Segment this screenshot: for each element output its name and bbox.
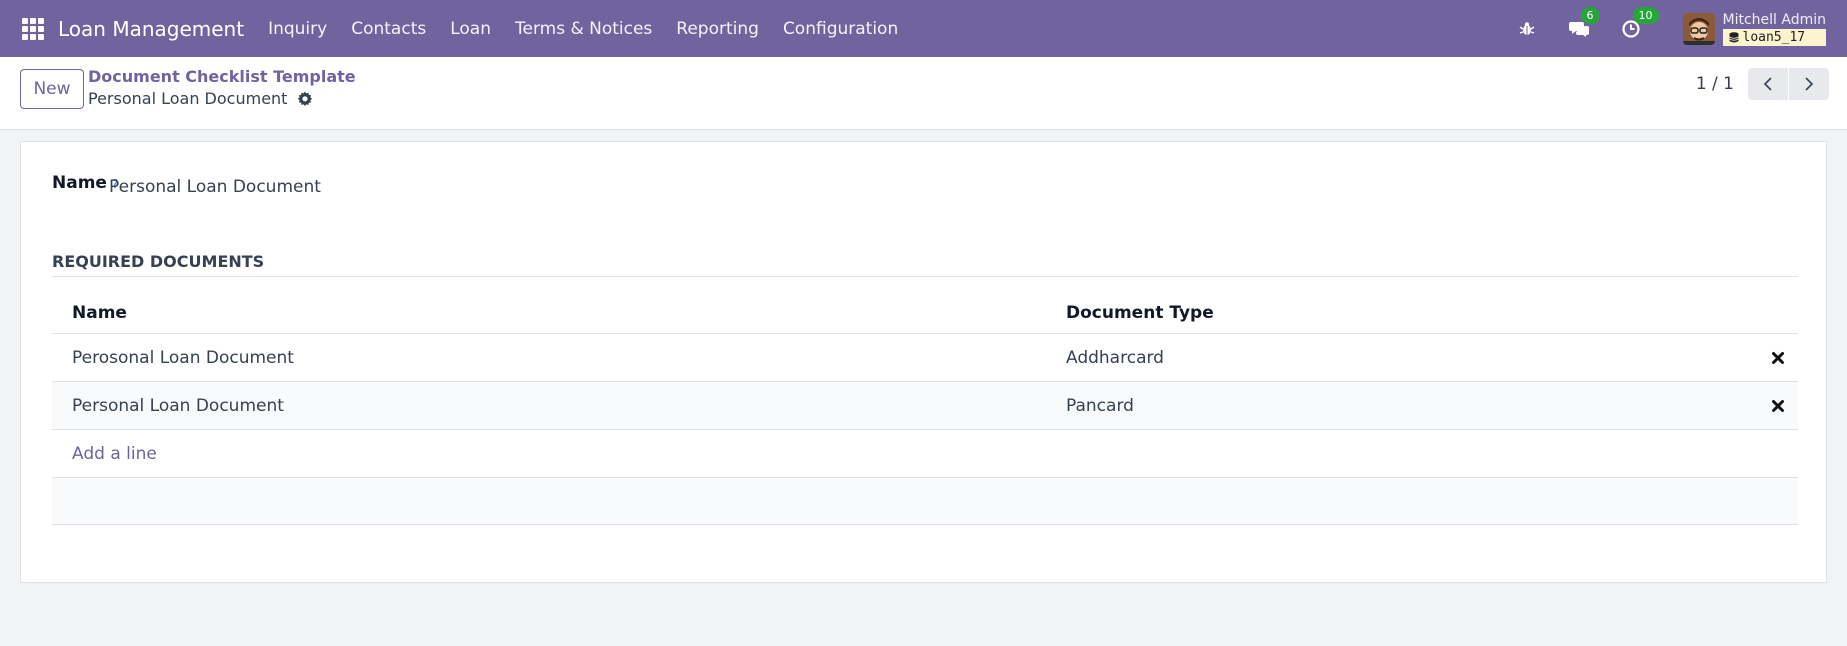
menu-item-reporting[interactable]: Reporting xyxy=(664,19,771,39)
database-name: loan5_17 xyxy=(1742,29,1806,45)
menu-item-loan[interactable]: Loan xyxy=(438,19,503,39)
menu-item-inquiry[interactable]: Inquiry xyxy=(256,19,339,39)
clock-icon[interactable]: 10 xyxy=(1619,6,1659,41)
menu-item-contacts[interactable]: Contacts xyxy=(339,19,438,39)
chevron-left-icon xyxy=(1763,77,1772,91)
navbar-systray: 6 10 Mitchell Admin loan5_17 xyxy=(1515,0,1847,57)
database-badge: loan5_17 xyxy=(1722,28,1826,46)
messages-badge: 6 xyxy=(1580,6,1600,24)
top-navbar: Loan Management Inquiry Contacts Loan Te… xyxy=(0,0,1847,57)
breadcrumb: Document Checklist Template Personal Loa… xyxy=(88,67,356,108)
table-row[interactable]: Personal Loan Document Pancard xyxy=(52,382,1798,430)
breadcrumb-parent[interactable]: Document Checklist Template xyxy=(88,67,356,86)
control-panel: New Document Checklist Template Personal… xyxy=(0,57,1847,130)
row-name[interactable]: Personal Loan Document xyxy=(52,396,1066,416)
breadcrumb-current: Personal Loan Document xyxy=(88,89,288,108)
chevron-right-icon xyxy=(1805,77,1814,91)
database-icon xyxy=(1728,31,1739,42)
add-line-row: Add a line xyxy=(52,430,1798,478)
add-line-link[interactable]: Add a line xyxy=(52,444,1066,464)
user-menu[interactable]: Mitchell Admin loan5_17 xyxy=(1722,11,1827,46)
name-label: Name xyxy=(52,173,107,193)
table-row[interactable]: Perosonal Loan Document Addharcard xyxy=(52,334,1798,382)
activities-badge: 10 xyxy=(1632,6,1659,24)
app-name[interactable]: Loan Management xyxy=(58,17,244,41)
name-field[interactable]: Personal Loan Document xyxy=(109,177,509,197)
gear-icon[interactable] xyxy=(297,91,313,107)
delete-icon[interactable] xyxy=(1758,399,1798,413)
row-document-type[interactable]: Addharcard xyxy=(1066,348,1758,368)
breadcrumb-current-row: Personal Loan Document xyxy=(88,89,356,108)
pager-previous-button[interactable] xyxy=(1748,68,1788,100)
pager: 1 / 1 xyxy=(1696,68,1829,100)
required-documents-table: Name Document Type Perosonal Loan Docume… xyxy=(52,292,1798,525)
avatar[interactable] xyxy=(1682,12,1715,45)
column-header-document-type[interactable]: Document Type xyxy=(1066,303,1758,323)
chat-icon[interactable]: 6 xyxy=(1567,6,1600,41)
required-documents-title: REQUIRED DOCUMENTS xyxy=(52,252,265,271)
main-menu: Inquiry Contacts Loan Terms & Notices Re… xyxy=(256,19,910,39)
user-name: Mitchell Admin xyxy=(1722,11,1827,28)
menu-item-configuration[interactable]: Configuration xyxy=(771,19,910,39)
pager-next-button[interactable] xyxy=(1789,68,1829,100)
new-button[interactable]: New xyxy=(20,69,84,109)
delete-icon[interactable] xyxy=(1758,351,1798,365)
bug-icon[interactable] xyxy=(1515,17,1539,41)
menu-item-terms-notices[interactable]: Terms & Notices xyxy=(503,19,664,39)
section-divider xyxy=(52,276,1798,277)
form-sheet: Name ? Personal Loan Document REQUIRED D… xyxy=(20,141,1827,583)
table-header: Name Document Type xyxy=(52,292,1798,334)
row-name[interactable]: Perosonal Loan Document xyxy=(52,348,1066,368)
row-document-type[interactable]: Pancard xyxy=(1066,396,1758,416)
apps-icon[interactable] xyxy=(22,17,44,40)
column-header-name[interactable]: Name xyxy=(52,303,1066,323)
pager-value[interactable]: 1 / 1 xyxy=(1696,74,1734,94)
empty-row xyxy=(52,478,1798,525)
